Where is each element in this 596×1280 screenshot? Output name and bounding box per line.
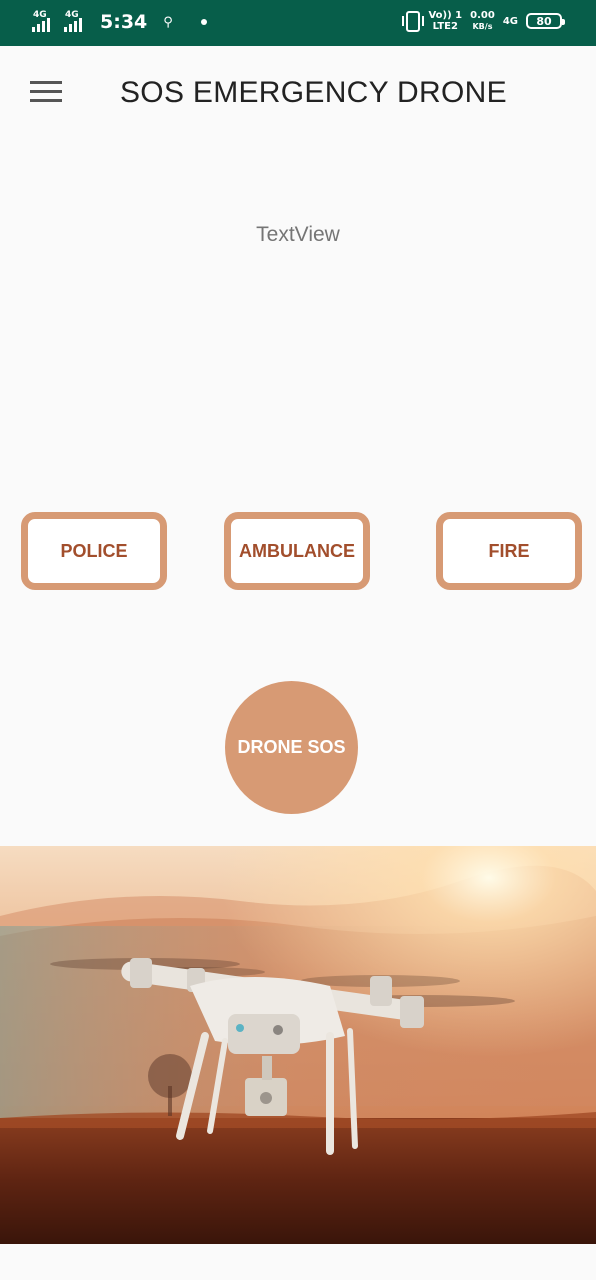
volte-indicator: Vo)) 1 LTE2 xyxy=(428,10,463,32)
notification-dot-icon xyxy=(200,19,207,25)
police-button[interactable]: POLICE xyxy=(21,512,167,590)
drone-photo-illustration xyxy=(0,846,596,1244)
fire-button[interactable]: FIRE xyxy=(436,512,582,590)
status-text: TextView xyxy=(256,223,340,246)
vibrate-icon xyxy=(402,10,425,32)
bottom-strip xyxy=(0,1244,596,1280)
battery-icon: 80 xyxy=(526,13,565,29)
ambulance-button[interactable]: AMBULANCE xyxy=(224,512,370,590)
signal-icon-sim2: 4G xyxy=(64,10,90,34)
network-speed: 0.00 KB/s xyxy=(470,10,495,31)
signal-icon-sim1: 4G xyxy=(32,10,58,34)
page-title: SOS EMERGENCY DRONE xyxy=(120,76,507,109)
drone-sos-button[interactable]: DRONE SOS xyxy=(225,681,358,814)
status-bar: 4G 4G 5:34 ⚲ Vo)) 1 LTE2 0.00 KB/s 4G 80 xyxy=(0,0,596,46)
status-time: 5:34 xyxy=(100,11,148,33)
drone-hero-image xyxy=(0,846,596,1244)
hamburger-menu-icon[interactable] xyxy=(30,81,62,103)
usb-icon: ⚲ xyxy=(163,14,173,30)
mobile-data-icon: 4G xyxy=(502,15,518,27)
